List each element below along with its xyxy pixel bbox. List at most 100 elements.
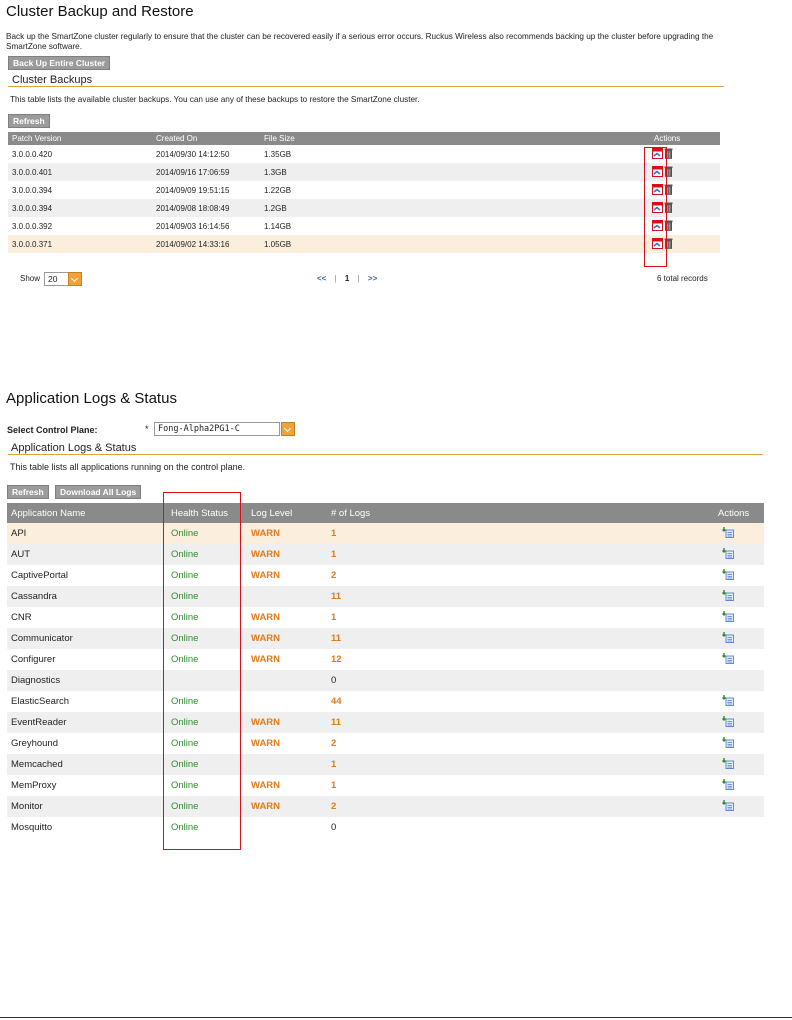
logs-table-note: This table lists all applications runnin… <box>10 462 246 472</box>
application-name-cell: CaptivePortal <box>11 570 69 581</box>
file-size-cell: 1.22GB <box>264 185 292 195</box>
application-name-cell: AUT <box>7 544 167 565</box>
log-count-cell[interactable]: 0 <box>327 817 714 838</box>
log-count-cell[interactable]: 1 <box>327 775 714 796</box>
download-log-icon[interactable] <box>722 526 734 541</box>
file-size-cell: 1.35GB <box>264 149 292 159</box>
table-row[interactable]: Diagnostics 0 <box>7 670 764 691</box>
control-plane-dropdown-icon[interactable] <box>281 422 295 436</box>
log-level-cell[interactable] <box>247 817 327 838</box>
page-size-select[interactable]: 20 <box>44 272 70 286</box>
table-row[interactable]: 3.0.0.0.371 2014/09/02 14:33:16 1.05GB <box>8 235 720 253</box>
log-count-cell[interactable]: 44 <box>327 691 714 712</box>
download-log-icon[interactable] <box>722 568 734 583</box>
control-plane-select[interactable]: Fong-Alpha2PG1-C <box>154 422 280 436</box>
pagination: << | 1 | >> <box>317 274 377 283</box>
log-actions-cell <box>714 565 764 586</box>
table-row[interactable]: CaptivePortal Online WARN 2 <box>7 565 764 586</box>
log-level-cell[interactable]: WARN <box>247 544 327 565</box>
download-log-icon[interactable] <box>722 715 734 730</box>
log-level-cell[interactable]: WARN <box>247 796 327 817</box>
application-name-cell: CNR <box>11 612 32 623</box>
backup-table-header: Patch Version Created On File Size Actio… <box>8 132 720 145</box>
table-row[interactable]: CNR Online WARN 1 <box>7 607 764 628</box>
table-row[interactable]: 3.0.0.0.392 2014/09/03 16:14:56 1.14GB <box>8 217 720 235</box>
application-name-cell: Memcached <box>7 754 167 775</box>
log-level-cell[interactable] <box>247 754 327 775</box>
download-log-icon[interactable] <box>722 778 734 793</box>
table-row[interactable]: Configurer Online WARN 12 <box>7 649 764 670</box>
table-row[interactable]: 3.0.0.0.394 2014/09/09 19:51:15 1.22GB <box>8 181 720 199</box>
log-count-cell[interactable]: 1 <box>327 607 714 628</box>
total-records: 6 total records <box>657 274 708 283</box>
download-log-icon[interactable] <box>722 694 734 709</box>
back-up-entire-cluster-button[interactable]: Back Up Entire Cluster <box>8 56 111 70</box>
table-row[interactable]: Communicator Online WARN 11 <box>7 628 764 649</box>
log-level-cell[interactable]: WARN <box>247 712 327 733</box>
download-all-logs-button[interactable]: Download All Logs <box>55 485 142 499</box>
col-log-level[interactable]: Log Level <box>247 503 327 523</box>
log-count-cell[interactable]: 1 <box>327 523 714 544</box>
pager-separator: | <box>357 274 360 283</box>
download-log-icon[interactable] <box>722 652 734 667</box>
page-size-dropdown-icon[interactable] <box>68 272 82 286</box>
download-log-icon[interactable] <box>722 589 734 604</box>
download-log-icon[interactable] <box>722 631 734 646</box>
log-level-cell[interactable]: WARN <box>247 649 327 670</box>
log-count-cell[interactable]: 1 <box>327 544 714 565</box>
table-row[interactable]: API Online WARN 1 <box>7 523 764 544</box>
patch-version-cell: 3.0.0.0.392 <box>12 221 53 231</box>
logs-table-header: Application Name Health Status Log Level… <box>7 503 764 523</box>
table-row[interactable]: ElasticSearch Online 44 <box>7 691 764 712</box>
table-row[interactable]: EventReader Online WARN 11 <box>7 712 764 733</box>
created-on-cell: 2014/09/08 18:08:49 <box>152 199 260 217</box>
table-row[interactable]: Memcached Online 1 <box>7 754 764 775</box>
logs-refresh-button[interactable]: Refresh <box>7 485 49 499</box>
log-level-cell[interactable] <box>247 586 327 607</box>
log-count-cell[interactable]: 12 <box>327 649 714 670</box>
log-count-cell[interactable]: 2 <box>327 565 714 586</box>
log-count-cell[interactable]: 1 <box>327 754 714 775</box>
table-row[interactable]: 3.0.0.0.394 2014/09/08 18:08:49 1.2GB <box>8 199 720 217</box>
download-log-icon[interactable] <box>722 610 734 625</box>
log-level-cell[interactable]: WARN <box>247 565 327 586</box>
col-application-name[interactable]: Application Name <box>7 503 167 523</box>
table-row[interactable]: 3.0.0.0.401 2014/09/16 17:06:59 1.3GB <box>8 163 720 181</box>
log-count-cell[interactable]: 0 <box>327 670 714 691</box>
pager-next[interactable]: >> <box>368 274 377 283</box>
col-created-on[interactable]: Created On <box>152 132 260 145</box>
col-patch-version[interactable]: Patch Version <box>8 132 152 145</box>
table-row[interactable]: 3.0.0.0.420 2014/09/30 14:12:50 1.35GB <box>8 145 720 163</box>
pager-prev[interactable]: << <box>317 274 326 283</box>
log-count-cell[interactable]: 11 <box>327 586 714 607</box>
log-level-cell[interactable]: WARN <box>247 775 327 796</box>
pager-separator: | <box>334 274 337 283</box>
table-row[interactable]: Monitor Online WARN 2 <box>7 796 764 817</box>
table-row[interactable]: AUT Online WARN 1 <box>7 544 764 565</box>
log-level-cell[interactable]: WARN <box>247 733 327 754</box>
table-row[interactable]: Mosquitto Online 0 <box>7 817 764 838</box>
download-log-icon[interactable] <box>722 736 734 751</box>
log-level-cell[interactable]: WARN <box>247 523 327 544</box>
application-logs-heading: Application Logs & Status <box>8 442 763 455</box>
log-count-cell[interactable]: 11 <box>327 628 714 649</box>
table-row[interactable]: Greyhound Online WARN 2 <box>7 733 764 754</box>
table-row[interactable]: Cassandra Online 11 <box>7 586 764 607</box>
backup-refresh-button[interactable]: Refresh <box>8 114 50 128</box>
log-level-cell[interactable]: WARN <box>247 628 327 649</box>
log-count-cell[interactable]: 11 <box>327 712 714 733</box>
log-count-cell[interactable]: 2 <box>327 733 714 754</box>
application-name-cell: MemProxy <box>11 780 57 791</box>
download-log-icon[interactable] <box>722 547 734 562</box>
pager-current-page[interactable]: 1 <box>345 274 349 283</box>
log-actions-cell <box>714 691 764 712</box>
download-log-icon[interactable] <box>722 757 734 772</box>
log-level-cell[interactable] <box>247 691 327 712</box>
col-file-size[interactable]: File Size <box>260 132 650 145</box>
log-level-cell[interactable] <box>247 670 327 691</box>
table-row[interactable]: MemProxy Online WARN 1 <box>7 775 764 796</box>
log-count-cell[interactable]: 2 <box>327 796 714 817</box>
col-number-of-logs[interactable]: # of Logs <box>327 503 714 523</box>
log-level-cell[interactable]: WARN <box>247 607 327 628</box>
download-log-icon[interactable] <box>722 799 734 814</box>
